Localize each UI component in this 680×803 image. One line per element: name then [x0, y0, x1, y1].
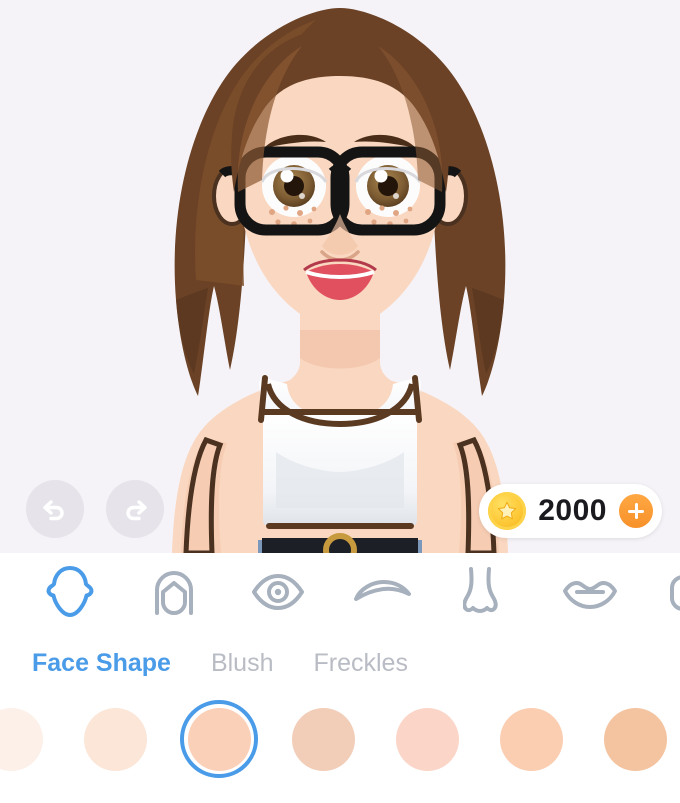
currency-badge[interactable]: 2000: [479, 484, 662, 538]
redo-arrow-icon: [126, 500, 147, 521]
swatch-option[interactable]: [76, 700, 154, 778]
eye-left: [260, 155, 328, 217]
swatch-color: [0, 707, 43, 771]
avatar-illustration: [172, 8, 508, 553]
swatch-option[interactable]: [492, 700, 570, 778]
lips-icon: [563, 581, 617, 609]
category-glasses[interactable]: [642, 557, 680, 627]
face-shape-icon: [46, 566, 94, 617]
gold-star-coin-icon: [488, 492, 527, 530]
add-coins-button[interactable]: [619, 494, 653, 528]
redo-button[interactable]: [106, 480, 164, 538]
glasses-icon: [670, 575, 680, 611]
belt: [262, 538, 418, 553]
swatch-option-selected[interactable]: [180, 700, 258, 778]
eyebrow-icon: [354, 580, 411, 601]
swatch-color: [83, 707, 147, 771]
category-nose[interactable]: [434, 557, 538, 627]
customization-panel: Face Shape Blush Freckles: [0, 553, 680, 803]
tab-blush[interactable]: Blush: [211, 649, 274, 678]
swatch-color: [395, 707, 459, 771]
coin-amount: 2000: [538, 494, 607, 527]
tab-freckles[interactable]: Freckles: [314, 649, 408, 678]
eye-icon: [252, 574, 304, 610]
swatch-color: [291, 707, 355, 771]
avatar-editor-screen: 2000 Face Shape Blush Freckles: [0, 0, 680, 803]
swatch-color: [187, 707, 251, 771]
category-lips[interactable]: [538, 557, 642, 627]
swatch-color: [499, 707, 563, 771]
skin-tone-swatch-row[interactable]: [0, 687, 680, 791]
category-eyes[interactable]: [226, 557, 330, 627]
category-eyebrows[interactable]: [330, 557, 434, 627]
undo-arrow-icon: [43, 500, 64, 521]
hair-icon: [155, 571, 193, 615]
tab-face-shape[interactable]: Face Shape: [32, 649, 171, 678]
subcategory-tabs[interactable]: Face Shape Blush Freckles: [0, 631, 680, 687]
neck-shadow: [300, 330, 380, 369]
history-controls: [26, 480, 164, 538]
swatch-option[interactable]: [596, 700, 674, 778]
avatar-canvas[interactable]: 2000: [0, 0, 680, 553]
swatch-color: [603, 707, 667, 771]
swatch-option[interactable]: [284, 700, 362, 778]
swatch-option[interactable]: [0, 700, 50, 778]
nose-icon: [463, 567, 498, 613]
undo-button[interactable]: [26, 480, 84, 538]
category-icon-row[interactable]: [0, 553, 680, 631]
category-face-shape[interactable]: [18, 557, 122, 627]
swatch-option[interactable]: [388, 700, 466, 778]
category-hair[interactable]: [122, 557, 226, 627]
